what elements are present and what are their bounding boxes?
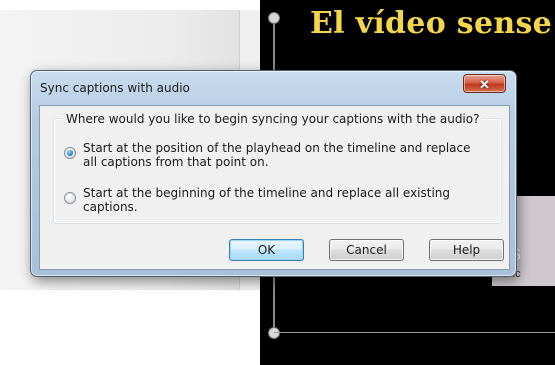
playhead-bottom-handle[interactable] [268, 327, 280, 339]
radio-beginning[interactable] [64, 192, 76, 204]
help-button[interactable]: Help [429, 239, 504, 261]
group-question-label: Where would you like to begin syncing yo… [63, 112, 483, 126]
ok-button[interactable]: OK [229, 239, 304, 261]
playhead-top-handle[interactable] [268, 12, 280, 24]
close-icon: ✕ [479, 77, 490, 92]
sync-options-group: Where would you like to begin syncing yo… [53, 112, 502, 224]
video-title-text: El vídeo sense [310, 6, 553, 41]
option-playhead-label[interactable]: Start at the position of the playhead on… [83, 141, 483, 169]
timeline-track [274, 332, 555, 333]
screen: El vídeo sense es Lleic Sync captions wi… [0, 0, 555, 365]
option-beginning-label[interactable]: Start at the beginning of the timeline a… [83, 186, 483, 214]
dialog-title: Sync captions with audio [40, 81, 190, 95]
dialog-body: Where would you like to begin syncing yo… [39, 105, 510, 270]
cancel-button[interactable]: Cancel [329, 239, 404, 261]
sync-captions-dialog: Sync captions with audio ✕ Where would y… [30, 70, 517, 277]
radio-playhead[interactable] [64, 147, 76, 159]
close-button[interactable]: ✕ [463, 74, 506, 93]
